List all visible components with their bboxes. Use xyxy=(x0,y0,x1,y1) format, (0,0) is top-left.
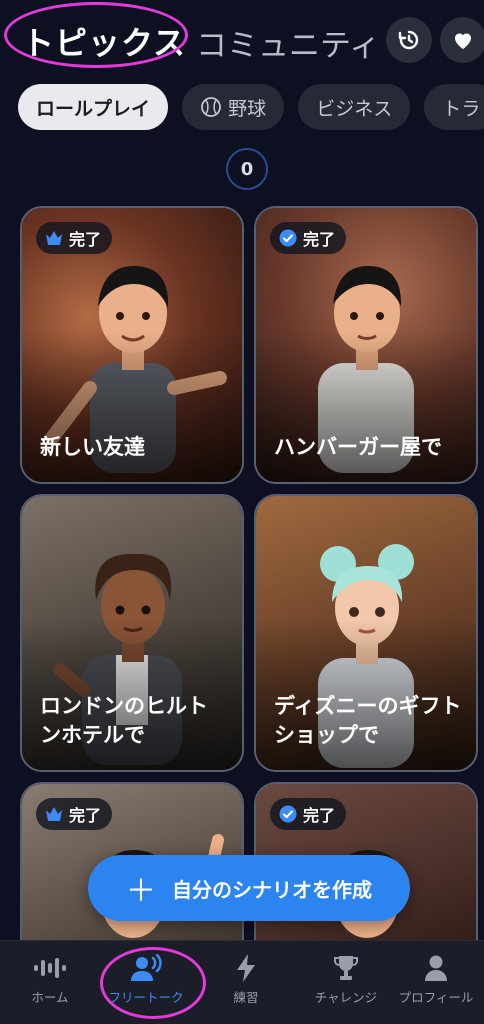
scenario-card-hilton-london[interactable]: ロンドンのヒルトンホテルで xyxy=(20,494,244,772)
card-title: ディズニーのギフトショップで xyxy=(274,694,462,747)
card-title: ロンドンのヒルトンホテルで xyxy=(40,694,208,747)
chip-baseball[interactable]: 野球 xyxy=(182,84,285,130)
check-circle-icon xyxy=(279,805,297,823)
speaking-person-icon xyxy=(131,954,162,981)
crown-icon xyxy=(46,807,62,821)
top-header: トピックス コミュニティ xyxy=(0,0,484,80)
bottom-nav: ホーム フリートーク 練習 チャレンジ プロフィール xyxy=(0,940,484,1024)
completed-badge: 完了 xyxy=(36,798,113,830)
history-button[interactable] xyxy=(386,17,432,63)
tab-community[interactable]: コミュニティ xyxy=(196,20,380,65)
scenario-card-burger-shop[interactable]: 完了 ハンバーガー屋で xyxy=(254,206,478,484)
history-icon xyxy=(398,30,419,50)
trophy-icon xyxy=(334,956,358,980)
nav-home[interactable]: ホーム xyxy=(2,953,98,1006)
favorites-button[interactable] xyxy=(440,17,484,63)
check-circle-icon xyxy=(279,229,297,247)
card-title: 新しい友達 xyxy=(40,435,145,459)
crown-icon xyxy=(46,231,62,245)
baseball-icon xyxy=(201,97,222,117)
completed-badge: 完了 xyxy=(270,222,347,254)
completed-counter: 0 xyxy=(226,148,268,190)
card-title: ハンバーガー屋で xyxy=(274,435,442,459)
completed-badge: 完了 xyxy=(270,798,347,830)
plus-icon: ＋ xyxy=(126,874,156,909)
completed-badge: 完了 xyxy=(36,222,113,254)
chip-roleplay[interactable]: ロールプレイ xyxy=(18,84,169,130)
tab-topics[interactable]: トピックス xyxy=(22,18,186,64)
lightning-icon xyxy=(237,954,255,982)
category-chips: ロールプレイ 野球 ビジネス トラ xyxy=(18,84,484,132)
waveform-icon xyxy=(34,958,66,978)
heart-icon xyxy=(455,33,471,49)
nav-free-talk[interactable]: フリートーク xyxy=(98,953,194,1006)
scenario-card-disney-gift-shop[interactable]: ディズニーのギフトショップで xyxy=(254,494,478,772)
nav-practice[interactable]: 練習 xyxy=(198,953,294,1006)
scenario-card-new-friend[interactable]: 完了 新しい友達 xyxy=(20,206,244,484)
person-icon xyxy=(425,955,447,981)
chip-travel[interactable]: トラ xyxy=(424,84,484,130)
nav-profile[interactable]: プロフィール xyxy=(388,953,484,1006)
create-scenario-button[interactable]: ＋ 自分のシナリオを作成 xyxy=(88,855,410,921)
nav-challenge[interactable]: チャレンジ xyxy=(298,953,394,1006)
chip-business[interactable]: ビジネス xyxy=(298,84,411,130)
